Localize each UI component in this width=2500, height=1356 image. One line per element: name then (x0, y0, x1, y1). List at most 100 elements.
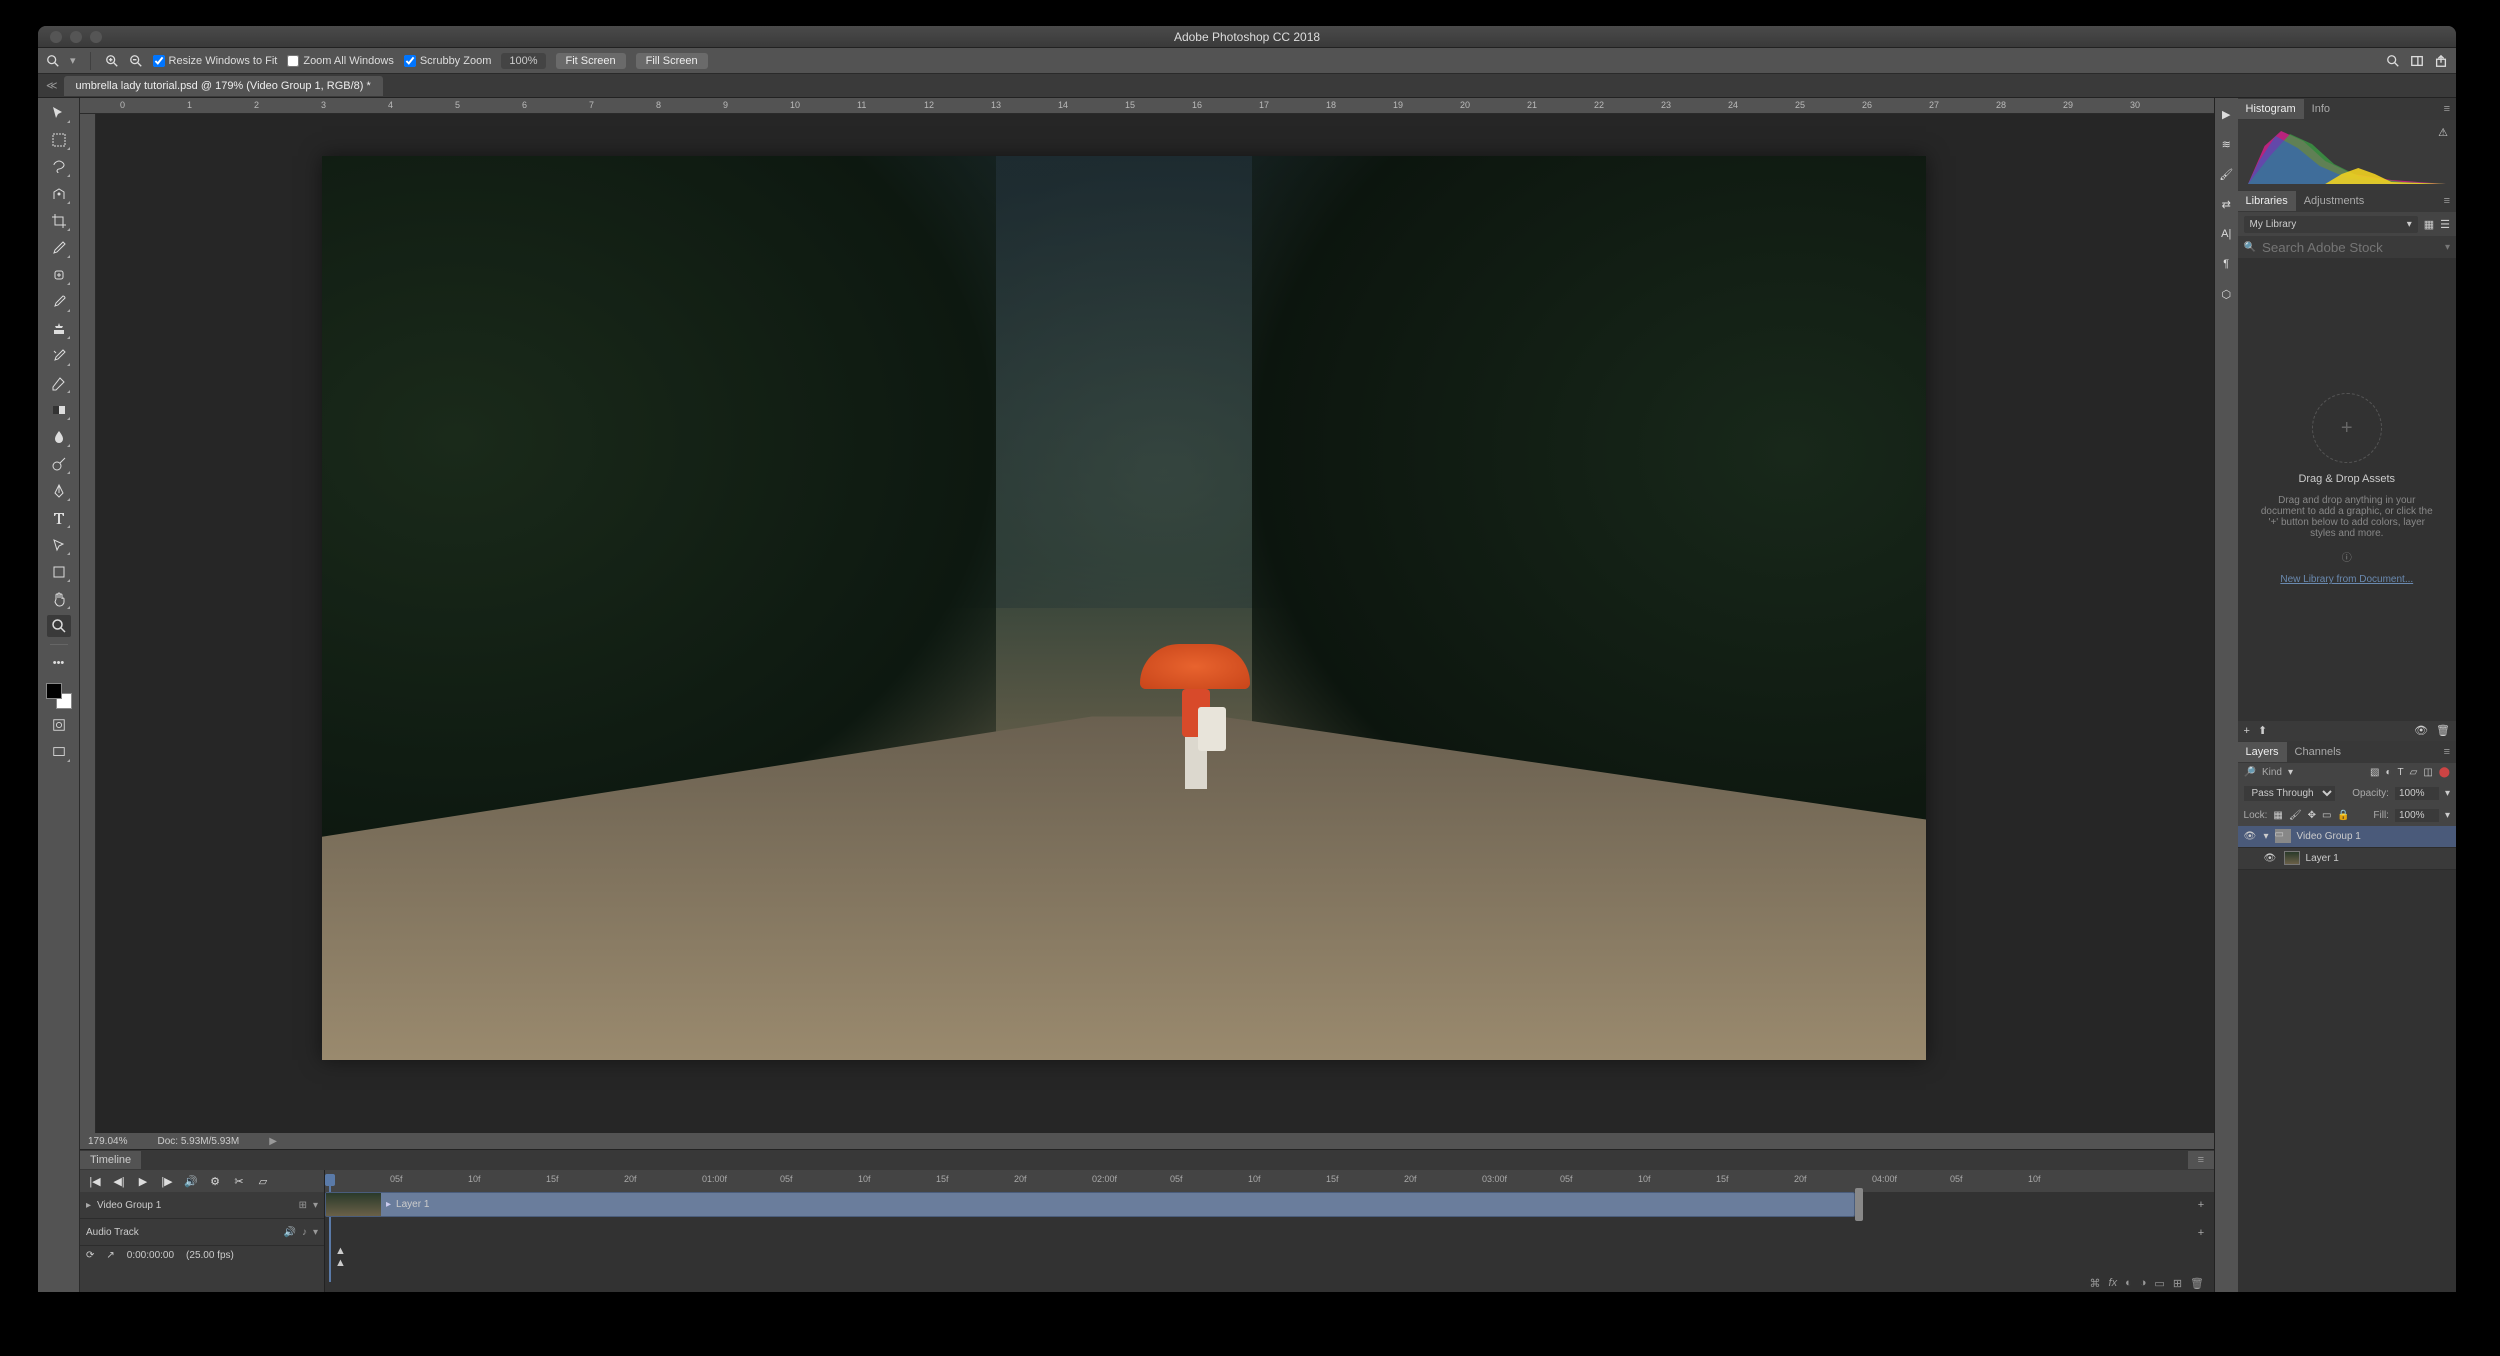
audio-track[interactable]: Audio Track 🔊♪▾ (80, 1219, 324, 1246)
video-group-track[interactable]: ▸ Video Group 1 ⊞▾ (80, 1192, 324, 1219)
blend-mode-select[interactable]: Pass Through (2244, 786, 2335, 801)
screen-mode-icon[interactable] (47, 741, 71, 763)
blur-tool[interactable] (47, 426, 71, 448)
settings-button[interactable]: ⚙ (204, 1172, 226, 1190)
ruler-horizontal[interactable]: 0123456789101112131415161718192021222324… (80, 98, 2214, 114)
lock-pixel-icon[interactable]: 🖌 (2289, 810, 2302, 821)
healing-brush-tool[interactable] (47, 264, 71, 286)
channels-tab[interactable]: Channels (2287, 742, 2349, 762)
filter-adj-icon[interactable]: ◐ (2385, 767, 2391, 778)
new-layer-icon[interactable]: ⊞ (2173, 1277, 2182, 1290)
para-panel-icon[interactable]: ¶ (2217, 256, 2235, 272)
fit-screen-button[interactable]: Fit Screen (556, 53, 626, 69)
char-panel-icon[interactable]: A| (2217, 226, 2235, 242)
render-icon[interactable]: ⟳ (86, 1250, 94, 1261)
swap-panel-icon[interactable]: ⇄ (2217, 196, 2235, 212)
shape-tool[interactable] (47, 561, 71, 583)
lock-all-icon[interactable]: 🔒 (2337, 810, 2349, 821)
timeline-tab[interactable]: Timeline (80, 1151, 141, 1169)
histogram-warning-icon[interactable]: ⚠ (2438, 126, 2448, 139)
group-icon[interactable]: ▭ (2154, 1277, 2164, 1290)
mask-icon[interactable]: ◐ (2125, 1277, 2132, 1289)
libraries-tab[interactable]: Libraries (2238, 191, 2296, 211)
play-button[interactable]: ▶ (132, 1172, 154, 1190)
playhead[interactable] (325, 1170, 335, 1192)
music-icon[interactable]: ♪ (302, 1227, 307, 1238)
zoom-tool-icon[interactable] (46, 54, 60, 68)
library-dropdown[interactable]: My Library ▾ (2244, 216, 2418, 233)
info-icon[interactable]: ⓘ (2342, 549, 2352, 564)
type-tool[interactable] (47, 507, 71, 529)
timeline-zoom-slider[interactable]: ▲▲ (335, 1245, 346, 1269)
maximize-dot[interactable] (90, 31, 102, 43)
new-library-link[interactable]: New Library from Document... (2280, 574, 2413, 585)
add-content-icon[interactable]: + (2244, 725, 2250, 737)
mute-button[interactable]: 🔊 (180, 1172, 202, 1190)
minimize-dot[interactable] (70, 31, 82, 43)
zoom-out-icon[interactable] (129, 54, 143, 68)
layer-row[interactable]: 👁 Layer 1 (2238, 848, 2456, 870)
histogram-tab[interactable]: Histogram (2238, 99, 2304, 119)
add-audio-button[interactable]: + (2194, 1226, 2208, 1240)
visibility-icon[interactable]: 👁 (2244, 831, 2258, 842)
resize-windows-checkbox[interactable]: Resize Windows to Fit (153, 55, 278, 67)
doc-size[interactable]: Doc: 5.93M/5.93M (157, 1136, 239, 1147)
3d-panel-icon[interactable]: ⬡ (2217, 286, 2235, 302)
marquee-tool[interactable] (47, 129, 71, 151)
close-dot[interactable] (50, 31, 62, 43)
eraser-tool[interactable] (47, 372, 71, 394)
opacity-input[interactable] (2395, 787, 2439, 800)
zoom-tool[interactable] (47, 615, 71, 637)
styles-panel-icon[interactable]: ≋ (2217, 136, 2235, 152)
search-icon[interactable] (2386, 54, 2400, 68)
workspace-icon[interactable] (2410, 54, 2424, 68)
work-area-end[interactable] (1855, 1188, 1863, 1221)
zoom-in-icon[interactable] (105, 54, 119, 68)
quick-mask-icon[interactable] (47, 714, 71, 736)
transition-button[interactable]: ▱ (252, 1172, 274, 1190)
filter-type-icon[interactable]: T (2398, 767, 2404, 778)
lib-trash-icon[interactable]: 🗑 (2436, 724, 2450, 737)
sync-icon[interactable]: 👁 (2414, 724, 2428, 737)
filter-toggle[interactable]: ⬤ (2439, 767, 2450, 778)
adjustment-icon[interactable]: ◑ (2140, 1277, 2147, 1289)
clone-stamp-tool[interactable] (47, 318, 71, 340)
grid-view-icon[interactable]: ▦ (2424, 218, 2434, 231)
dodge-tool[interactable] (47, 453, 71, 475)
quick-select-tool[interactable] (47, 183, 71, 205)
panel-menu-icon[interactable]: ≡ (2444, 103, 2456, 115)
status-arrow-icon[interactable]: ▶ (269, 1136, 277, 1147)
trash-icon[interactable]: 🗑 (2190, 1277, 2204, 1290)
fill-input[interactable] (2395, 809, 2439, 822)
filter-shape-icon[interactable]: ▱ (2410, 767, 2418, 778)
timeline-ruler[interactable]: 05f10f15f20f01:00f05f10f15f20f02:00f05f1… (325, 1170, 2214, 1192)
canvas[interactable] (96, 114, 2214, 1133)
lock-pos-icon[interactable]: ✥ (2308, 810, 2316, 821)
move-tool[interactable] (47, 102, 71, 124)
scrubby-zoom-checkbox[interactable]: Scrubby Zoom (404, 55, 492, 67)
link-icon[interactable]: ⌘ (2090, 1277, 2101, 1290)
info-tab[interactable]: Info (2304, 99, 2338, 119)
zoom-level[interactable]: 179.04% (88, 1136, 127, 1147)
fx-icon[interactable]: fx (2109, 1277, 2118, 1289)
visibility-icon[interactable]: 👁 (2264, 853, 2278, 864)
path-select-tool[interactable] (47, 534, 71, 556)
prev-frame-button[interactable]: ◀| (108, 1172, 130, 1190)
adjustments-tab[interactable]: Adjustments (2296, 191, 2373, 211)
brush-panel-icon[interactable]: 🖌 (2217, 166, 2235, 182)
filter-pixel-icon[interactable]: ▧ (2370, 767, 2379, 778)
pen-tool[interactable] (47, 480, 71, 502)
next-frame-button[interactable]: |▶ (156, 1172, 178, 1190)
edit-toolbar[interactable]: ••• (47, 652, 71, 674)
ruler-vertical[interactable] (80, 114, 96, 1133)
video-clip[interactable]: ▸ Layer 1 (325, 1192, 1855, 1217)
upload-icon[interactable]: ⬆ (2258, 724, 2267, 737)
play-panel-icon[interactable]: ▶ (2217, 106, 2235, 122)
share-icon[interactable] (2434, 54, 2448, 68)
layers-tab[interactable]: Layers (2238, 742, 2287, 762)
zoom-100-button[interactable]: 100% (501, 53, 545, 69)
timecode[interactable]: 0:00:00:00 (127, 1250, 174, 1261)
hand-tool[interactable] (47, 588, 71, 610)
first-frame-button[interactable]: |◀ (84, 1172, 106, 1190)
panel-menu-icon[interactable]: ≡ (2444, 195, 2456, 207)
